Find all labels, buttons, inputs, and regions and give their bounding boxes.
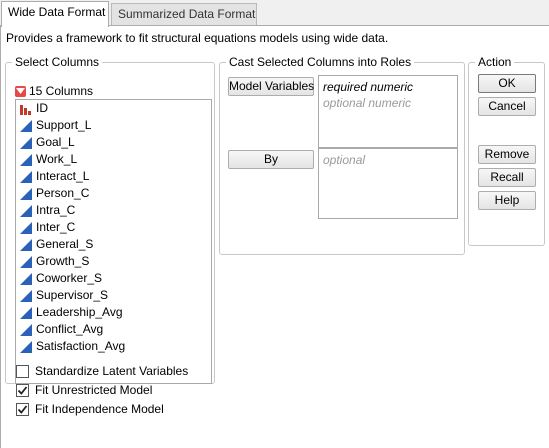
model-variables-role-box[interactable]: required numeric optional numeric — [318, 75, 458, 148]
continuous-icon — [20, 221, 32, 234]
column-list-item[interactable]: Growth_S — [16, 253, 211, 270]
ok-button[interactable]: OK — [478, 74, 536, 93]
continuous-icon — [20, 340, 32, 353]
help-button[interactable]: Help — [478, 191, 536, 210]
standardize-latent-variables-checkbox[interactable] — [16, 364, 29, 378]
column-list-item[interactable]: ID — [16, 100, 211, 117]
column-name: Work_L — [36, 152, 78, 166]
continuous-icon — [20, 153, 32, 166]
by-optional-hint: optional — [323, 153, 366, 167]
column-name: Satisfaction_Avg — [36, 339, 126, 353]
column-count-row: 15 Columns — [15, 83, 93, 99]
column-name: Intra_C — [36, 203, 76, 217]
column-list-item[interactable]: Supervisor_S — [16, 287, 211, 304]
action-panel: Action OK Cancel Remove Recall Help — [468, 55, 545, 246]
column-name: Interact_L — [36, 169, 90, 183]
column-list-item[interactable]: Coworker_S — [16, 270, 211, 287]
tab-summarized-data-format[interactable]: Summarized Data Format — [111, 3, 257, 26]
column-list-item[interactable]: Conflict_Avg — [16, 321, 211, 338]
continuous-icon — [20, 272, 32, 285]
select-columns-panel: Select Columns 15 Columns ID Support_L Goa… — [5, 55, 215, 384]
continuous-icon — [20, 323, 32, 336]
column-name: Leadership_Avg — [36, 305, 123, 319]
nominal-bar-icon — [20, 103, 32, 115]
column-list-item[interactable]: Person_C — [16, 185, 211, 202]
column-name: Person_C — [36, 186, 90, 200]
cast-roles-panel: Cast Selected Columns into Roles Model V… — [219, 55, 465, 255]
model-variables-button[interactable]: Model Variables — [228, 77, 314, 96]
fit-unrestricted-model-checkbox[interactable] — [16, 383, 29, 397]
fit-independence-model-checkbox[interactable] — [16, 402, 29, 416]
recall-button[interactable]: Recall — [478, 168, 536, 187]
checkmark-icon — [17, 404, 28, 414]
fit-unrestricted-model-option[interactable]: Fit Unrestricted Model — [16, 382, 152, 398]
by-button[interactable]: By — [228, 150, 314, 169]
column-list[interactable]: ID Support_L Goal_L Work_L Interact_L Person_… — [15, 99, 212, 384]
continuous-icon — [20, 238, 32, 251]
column-name: Growth_S — [36, 254, 90, 268]
fit-independence-model-label: Fit Independence Model — [35, 402, 164, 416]
continuous-icon — [20, 204, 32, 217]
optional-numeric-hint: optional numeric — [323, 96, 412, 110]
column-name: ID — [36, 101, 48, 115]
column-list-item[interactable]: Work_L — [16, 151, 211, 168]
standardize-latent-variables-label: Standardize Latent Variables — [35, 364, 189, 378]
column-list-item[interactable]: Intra_C — [16, 202, 211, 219]
continuous-icon — [20, 255, 32, 268]
select-columns-title: Select Columns — [12, 55, 103, 69]
column-name: Support_L — [36, 118, 92, 132]
column-list-item[interactable]: Goal_L — [16, 134, 211, 151]
tab-bar: Wide Data Format Summarized Data Format — [0, 0, 549, 27]
column-list-item[interactable]: Leadership_Avg — [16, 304, 211, 321]
continuous-icon — [20, 289, 32, 302]
standardize-latent-variables-option[interactable]: Standardize Latent Variables — [16, 363, 188, 379]
continuous-icon — [20, 170, 32, 183]
tab-wide-data-format[interactable]: Wide Data Format — [1, 1, 109, 27]
column-list-item[interactable]: Interact_L — [16, 168, 211, 185]
description-text: Provides a framework to fit structural e… — [6, 31, 389, 45]
cast-roles-title: Cast Selected Columns into Roles — [226, 55, 415, 69]
continuous-icon — [20, 119, 32, 132]
column-name: Inter_C — [36, 220, 76, 234]
required-numeric-hint: required numeric — [323, 80, 414, 94]
tab-panel: Provides a framework to fit structural e… — [0, 25, 549, 448]
checkmark-icon — [17, 385, 28, 395]
fit-unrestricted-model-label: Fit Unrestricted Model — [35, 383, 153, 397]
column-list-item[interactable]: Support_L — [16, 117, 211, 134]
column-name: Supervisor_S — [36, 288, 109, 302]
column-name: General_S — [36, 237, 94, 251]
action-title: Action — [475, 55, 515, 69]
column-list-item[interactable]: Inter_C — [16, 219, 211, 236]
cancel-button[interactable]: Cancel — [478, 97, 536, 116]
by-role-box[interactable]: optional — [318, 148, 458, 219]
column-menu-icon[interactable] — [15, 85, 26, 97]
column-count-label: 15 Columns — [29, 84, 94, 98]
continuous-icon — [20, 306, 32, 319]
fit-independence-model-option[interactable]: Fit Independence Model — [16, 401, 164, 417]
column-name: Goal_L — [36, 135, 75, 149]
remove-button[interactable]: Remove — [478, 145, 536, 164]
continuous-icon — [20, 136, 32, 149]
column-name: Coworker_S — [36, 271, 103, 285]
column-name: Conflict_Avg — [36, 322, 104, 336]
column-list-item[interactable]: Satisfaction_Avg — [16, 338, 211, 355]
continuous-icon — [20, 187, 32, 200]
column-list-item[interactable]: General_S — [16, 236, 211, 253]
